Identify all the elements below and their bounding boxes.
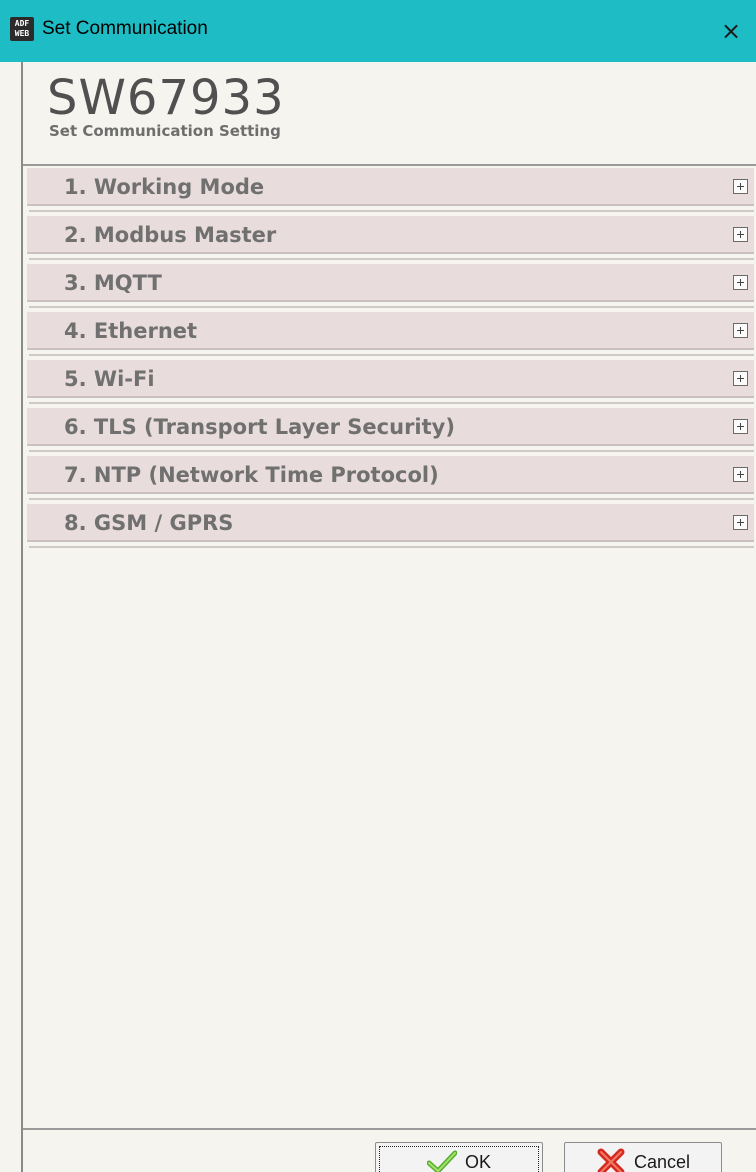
expand-plus-icon[interactable] (733, 467, 748, 482)
set-communication-window: ADF WEB Set Communication × SW67933 Set … (0, 0, 756, 1172)
section-mqtt[interactable]: 3. MQTT (27, 264, 754, 308)
close-icon: × (720, 17, 742, 45)
title-bar[interactable]: ADF WEB Set Communication × (0, 0, 756, 62)
header-divider (23, 164, 756, 166)
section-wifi[interactable]: 5. Wi-Fi (27, 360, 754, 404)
content-panel: SW67933 Set Communication Setting 1. Wor… (21, 62, 756, 1172)
section-list: 1. Working Mode 2. Modbus Master 3. MQTT… (27, 168, 754, 552)
expand-plus-icon[interactable] (733, 371, 748, 386)
app-logo-text-bottom: WEB (14, 29, 30, 38)
close-button[interactable]: × (706, 0, 756, 62)
check-icon (426, 1150, 457, 1172)
expand-plus-icon[interactable] (733, 227, 748, 242)
app-logo-text-top: ADF (14, 19, 30, 28)
section-working-mode[interactable]: 1. Working Mode (27, 168, 754, 212)
section-label: 1. Working Mode (64, 175, 265, 199)
app-logo-icon: ADF WEB (10, 17, 34, 41)
section-label: 2. Modbus Master (64, 223, 277, 247)
section-label: 5. Wi-Fi (64, 367, 155, 391)
expand-plus-icon[interactable] (733, 179, 748, 194)
page-subtitle: Set Communication Setting (49, 122, 281, 140)
expand-plus-icon[interactable] (733, 275, 748, 290)
page-header: SW67933 Set Communication Setting (23, 62, 756, 164)
section-label: 4. Ethernet (64, 319, 198, 343)
ok-button-label: OK (464, 1151, 491, 1172)
section-modbus-master[interactable]: 2. Modbus Master (27, 216, 754, 260)
section-label: 6. TLS (Transport Layer Security) (64, 415, 455, 439)
footer-divider (23, 1128, 756, 1130)
product-code: SW67933 (47, 70, 285, 126)
expand-plus-icon[interactable] (733, 323, 748, 338)
section-ntp[interactable]: 7. NTP (Network Time Protocol) (27, 456, 754, 500)
window-title: Set Communication (42, 18, 208, 39)
section-tls[interactable]: 6. TLS (Transport Layer Security) (27, 408, 754, 452)
ok-button[interactable]: OK (375, 1142, 543, 1172)
cancel-button[interactable]: Cancel (564, 1142, 722, 1172)
section-label: 7. NTP (Network Time Protocol) (64, 463, 439, 487)
section-ethernet[interactable]: 4. Ethernet (27, 312, 754, 356)
expand-plus-icon[interactable] (733, 515, 748, 530)
expand-plus-icon[interactable] (733, 419, 748, 434)
section-label: 8. GSM / GPRS (64, 511, 234, 535)
section-label: 3. MQTT (64, 271, 162, 295)
section-gsm-gprs[interactable]: 8. GSM / GPRS (27, 504, 754, 548)
red-x-icon (597, 1148, 625, 1172)
cancel-button-label: Cancel (633, 1151, 691, 1172)
